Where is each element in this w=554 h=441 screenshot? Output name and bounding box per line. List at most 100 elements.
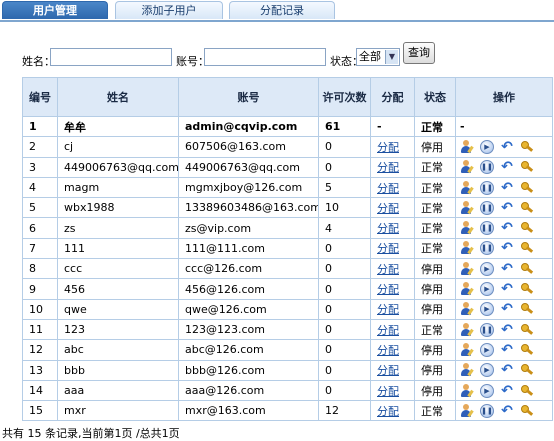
- header-status[interactable]: 状态: [414, 77, 456, 117]
- undo-icon[interactable]: ↶: [500, 201, 514, 215]
- pause-icon[interactable]: ❚❚: [480, 180, 494, 195]
- user-edit-icon[interactable]: [460, 200, 474, 215]
- cell-id: 3: [22, 156, 58, 178]
- play-icon[interactable]: ▶: [480, 302, 494, 317]
- table-row: 11 123 123@123.com 0 分配 正常 ❚❚ ↶: [22, 318, 553, 341]
- assign-link[interactable]: 分配: [377, 222, 399, 235]
- user-edit-icon[interactable]: [460, 160, 474, 174]
- undo-icon[interactable]: ↶: [500, 384, 514, 398]
- query-button[interactable]: 查询: [403, 42, 435, 64]
- user-edit-icon[interactable]: [460, 403, 474, 418]
- undo-icon[interactable]: ↶: [500, 302, 514, 316]
- key-icon[interactable]: [520, 221, 534, 235]
- key-icon[interactable]: [520, 404, 534, 418]
- cell-account: 449006763@qq.com: [178, 156, 319, 178]
- assign-link[interactable]: 分配: [377, 141, 399, 154]
- play-icon[interactable]: ▶: [480, 282, 494, 297]
- cell-id: 12: [22, 339, 58, 361]
- cell-account: admin@cqvip.com: [178, 115, 319, 138]
- undo-icon[interactable]: ↶: [500, 323, 514, 337]
- play-icon[interactable]: ▶: [480, 363, 494, 378]
- header-license-count[interactable]: 许可次数: [318, 77, 371, 117]
- cell-license-count: 0: [318, 156, 371, 178]
- user-edit-icon[interactable]: [460, 139, 474, 154]
- cell-operations: ▶ ↶: [455, 379, 553, 402]
- tab-user-management[interactable]: 用户管理: [2, 1, 108, 19]
- undo-icon[interactable]: ↶: [500, 140, 514, 154]
- user-edit-icon[interactable]: [460, 322, 474, 337]
- pause-icon[interactable]: ❚❚: [480, 403, 494, 418]
- assign-link[interactable]: 分配: [377, 344, 399, 357]
- user-edit-icon[interactable]: [460, 383, 474, 398]
- header-operations[interactable]: 操作: [455, 77, 553, 117]
- undo-icon[interactable]: ↶: [500, 181, 514, 195]
- key-icon[interactable]: [520, 201, 534, 215]
- user-edit-icon[interactable]: [460, 180, 474, 195]
- key-icon[interactable]: [520, 343, 534, 357]
- key-icon[interactable]: [520, 282, 534, 296]
- cell-name: 449006763@qq.com: [57, 156, 179, 178]
- header-name[interactable]: 姓名: [57, 77, 179, 117]
- tab-assign-records[interactable]: 分配记录: [229, 1, 335, 19]
- undo-icon[interactable]: ↶: [500, 343, 514, 357]
- name-input[interactable]: [50, 48, 172, 66]
- assign-link[interactable]: 分配: [377, 161, 399, 174]
- key-icon[interactable]: [520, 384, 534, 398]
- header-assign[interactable]: 分配: [370, 77, 415, 117]
- assign-link[interactable]: 分配: [377, 364, 399, 377]
- key-icon[interactable]: [520, 140, 534, 154]
- pause-icon[interactable]: ❚❚: [480, 221, 494, 236]
- assign-link[interactable]: 分配: [377, 263, 399, 276]
- pause-icon[interactable]: ❚❚: [480, 241, 494, 256]
- user-edit-icon[interactable]: [460, 241, 474, 255]
- assign-link[interactable]: 分配: [377, 202, 399, 215]
- pause-icon[interactable]: ❚❚: [480, 160, 494, 175]
- cell-name: abc: [57, 339, 179, 361]
- cell-operations: ▶ ↶: [455, 339, 553, 361]
- cell-name: qwe: [57, 298, 179, 320]
- cell-account: 111@111.com: [178, 237, 319, 260]
- undo-icon[interactable]: ↶: [500, 221, 514, 235]
- undo-icon[interactable]: ↶: [500, 282, 514, 296]
- undo-icon[interactable]: ↶: [500, 160, 514, 174]
- user-edit-icon[interactable]: [460, 221, 474, 235]
- user-edit-icon[interactable]: [460, 302, 474, 316]
- key-icon[interactable]: [520, 262, 534, 276]
- cell-assign: 分配: [370, 339, 415, 361]
- assign-link[interactable]: 分配: [377, 283, 399, 296]
- play-icon[interactable]: ▶: [480, 139, 494, 154]
- cell-operations: ❚❚ ↶: [455, 217, 553, 239]
- tab-add-subuser[interactable]: 添加子用户: [115, 1, 223, 19]
- status-select[interactable]: 全部 ▼: [356, 48, 400, 66]
- assign-link[interactable]: 分配: [377, 385, 399, 398]
- key-icon[interactable]: [520, 160, 534, 174]
- user-edit-icon[interactable]: [460, 363, 474, 377]
- key-icon[interactable]: [520, 181, 534, 195]
- undo-icon[interactable]: ↶: [500, 241, 514, 255]
- key-icon[interactable]: [520, 302, 534, 316]
- key-icon[interactable]: [520, 363, 534, 377]
- play-icon[interactable]: ▶: [480, 261, 494, 276]
- pause-icon[interactable]: ❚❚: [480, 322, 494, 337]
- user-edit-icon[interactable]: [460, 261, 474, 276]
- key-icon[interactable]: [520, 323, 534, 337]
- account-input[interactable]: [204, 48, 326, 66]
- assign-link[interactable]: 分配: [377, 182, 399, 195]
- header-id[interactable]: 编号: [22, 77, 58, 117]
- cell-status: 正常: [414, 400, 456, 422]
- key-icon[interactable]: [520, 241, 534, 255]
- undo-icon[interactable]: ↶: [500, 404, 514, 418]
- cell-name: cj: [57, 136, 179, 158]
- assign-link[interactable]: 分配: [377, 242, 399, 255]
- play-icon[interactable]: ▶: [480, 383, 494, 398]
- assign-link[interactable]: 分配: [377, 405, 399, 418]
- header-account[interactable]: 账号: [178, 77, 319, 117]
- play-icon[interactable]: ▶: [480, 342, 494, 357]
- user-edit-icon[interactable]: [460, 282, 474, 296]
- assign-link[interactable]: 分配: [377, 303, 399, 316]
- undo-icon[interactable]: ↶: [500, 262, 514, 276]
- user-edit-icon[interactable]: [460, 342, 474, 357]
- pause-icon[interactable]: ❚❚: [480, 200, 494, 215]
- assign-link[interactable]: 分配: [377, 324, 399, 337]
- undo-icon[interactable]: ↶: [500, 363, 514, 377]
